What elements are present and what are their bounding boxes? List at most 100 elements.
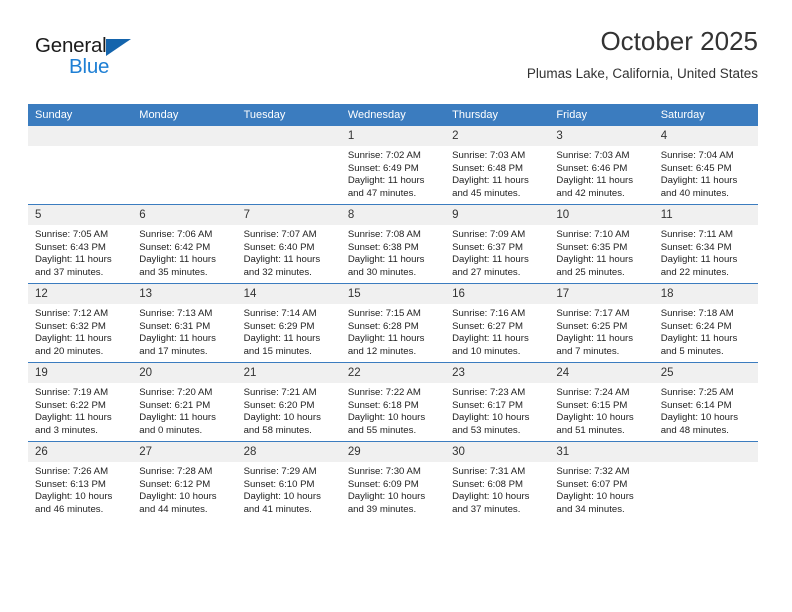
sunrise-text: Sunrise: 7:12 AM bbox=[35, 308, 109, 319]
page-title: October 2025 bbox=[600, 26, 758, 56]
sunrise-text: Sunrise: 7:32 AM bbox=[556, 466, 630, 477]
daylight-text-line2: and 3 minutes. bbox=[35, 424, 98, 436]
day-cell[interactable]: 27 Sunrise: 7:28 AM Sunset: 6:12 PM Dayligh… bbox=[132, 441, 237, 520]
day-number: 28 bbox=[236, 442, 341, 462]
day-number: 4 bbox=[653, 126, 758, 146]
sunrise-text: Sunrise: 7:18 AM bbox=[660, 308, 734, 319]
daylight-text-line1: Daylight: 11 hours bbox=[347, 333, 425, 345]
day-cell-empty bbox=[236, 126, 341, 205]
day-cell[interactable]: 25 Sunrise: 7:25 AM Sunset: 6:14 PM Dayligh… bbox=[653, 362, 758, 442]
day-cell[interactable]: 2 Sunrise: 7:03 AM Sunset: 6:48 PM Daylight… bbox=[445, 126, 550, 205]
daylight-text-line2: and 45 minutes. bbox=[452, 187, 521, 199]
day-details: Sunrise: 7:28 AM Sunset: 6:12 PM Daylight:… bbox=[132, 462, 236, 516]
day-cell[interactable]: 4 Sunrise: 7:04 AM Sunset: 6:45 PM Daylight… bbox=[653, 126, 758, 205]
day-number: 26 bbox=[28, 442, 133, 462]
daylight-text-line1: Daylight: 11 hours bbox=[660, 254, 738, 266]
day-cell[interactable]: 8 Sunrise: 7:08 AM Sunset: 6:38 PM Daylight… bbox=[340, 204, 446, 284]
sunset-text: Sunset: 6:09 PM bbox=[347, 478, 419, 490]
day-number: 22 bbox=[340, 363, 446, 383]
day-cell[interactable]: 31 Sunrise: 7:32 AM Sunset: 6:07 PM Dayligh… bbox=[549, 441, 654, 520]
day-details: Sunrise: 7:05 AM Sunset: 6:43 PM Daylight:… bbox=[28, 225, 132, 279]
day-number: 2 bbox=[445, 126, 550, 146]
day-cell[interactable]: 13 Sunrise: 7:13 AM Sunset: 6:31 PM Dayligh… bbox=[132, 283, 237, 363]
sunrise-text: Sunrise: 7:24 AM bbox=[556, 387, 630, 398]
day-cell[interactable]: 21 Sunrise: 7:21 AM Sunset: 6:20 PM Dayligh… bbox=[236, 362, 341, 442]
daylight-text-line2: and 44 minutes. bbox=[139, 503, 208, 515]
daylight-text-line1: Daylight: 11 hours bbox=[35, 333, 112, 345]
day-cell[interactable]: 17 Sunrise: 7:17 AM Sunset: 6:25 PM Dayligh… bbox=[549, 283, 654, 363]
sunrise-text: Sunrise: 7:16 AM bbox=[452, 308, 526, 319]
calendar-body: 1 Sunrise: 7:02 AM Sunset: 6:49 PM Daylight… bbox=[28, 126, 758, 520]
daylight-text-line2: and 27 minutes. bbox=[452, 266, 521, 278]
day-cell[interactable]: 26 Sunrise: 7:26 AM Sunset: 6:13 PM Dayligh… bbox=[28, 441, 133, 520]
day-number: 6 bbox=[132, 205, 237, 225]
daylight-text-line1: Daylight: 10 hours bbox=[139, 491, 217, 503]
sunrise-sunset-calendar: Sunday Monday Tuesday Wednesday Thursday… bbox=[28, 104, 758, 520]
sunset-text: Sunset: 6:46 PM bbox=[556, 162, 628, 174]
day-number: 11 bbox=[653, 205, 758, 225]
sunrise-text: Sunrise: 7:23 AM bbox=[452, 387, 526, 398]
day-cell[interactable]: 23 Sunrise: 7:23 AM Sunset: 6:17 PM Dayligh… bbox=[445, 362, 550, 442]
sunrise-text: Sunrise: 7:19 AM bbox=[35, 387, 109, 398]
sunrise-text: Sunrise: 7:13 AM bbox=[139, 308, 213, 319]
daylight-text-line2: and 35 minutes. bbox=[139, 266, 208, 278]
sunset-text: Sunset: 6:20 PM bbox=[243, 399, 315, 411]
daylight-text-line2: and 37 minutes. bbox=[452, 503, 521, 515]
sunset-text: Sunset: 6:43 PM bbox=[35, 241, 106, 253]
day-cell[interactable]: 15 Sunrise: 7:15 AM Sunset: 6:28 PM Dayligh… bbox=[340, 283, 446, 363]
day-cell[interactable]: 30 Sunrise: 7:31 AM Sunset: 6:08 PM Dayligh… bbox=[445, 441, 550, 520]
day-cell[interactable]: 3 Sunrise: 7:03 AM Sunset: 6:46 PM Daylight… bbox=[549, 126, 654, 205]
daylight-text-line1: Daylight: 10 hours bbox=[660, 412, 739, 424]
day-cell[interactable]: 19 Sunrise: 7:19 AM Sunset: 6:22 PM Dayligh… bbox=[28, 362, 133, 442]
weekday-header-sunday: Sunday bbox=[28, 104, 133, 126]
day-cell[interactable]: 28 Sunrise: 7:29 AM Sunset: 6:10 PM Dayligh… bbox=[236, 441, 341, 520]
day-cell[interactable]: 22 Sunrise: 7:22 AM Sunset: 6:18 PM Dayligh… bbox=[340, 362, 446, 442]
day-number: 27 bbox=[132, 442, 237, 462]
page-subtitle: Plumas Lake, California, United States bbox=[526, 66, 758, 81]
sunset-text: Sunset: 6:25 PM bbox=[556, 320, 628, 332]
sunrise-text: Sunrise: 7:26 AM bbox=[35, 466, 109, 477]
general-blue-logo[interactable]: General Blue bbox=[35, 34, 155, 84]
daylight-text-line1: Daylight: 11 hours bbox=[139, 333, 216, 345]
sunset-text: Sunset: 6:27 PM bbox=[452, 320, 524, 332]
day-cell[interactable]: 9 Sunrise: 7:09 AM Sunset: 6:37 PM Daylight… bbox=[445, 204, 550, 284]
day-number: 13 bbox=[132, 284, 237, 304]
day-cell[interactable]: 1 Sunrise: 7:02 AM Sunset: 6:49 PM Daylight… bbox=[340, 126, 446, 205]
sunrise-text: Sunrise: 7:28 AM bbox=[139, 466, 213, 477]
day-details: Sunrise: 7:26 AM Sunset: 6:13 PM Daylight:… bbox=[28, 462, 132, 516]
sunset-text: Sunset: 6:18 PM bbox=[347, 399, 419, 411]
sunset-text: Sunset: 6:32 PM bbox=[35, 320, 106, 332]
sunrise-text: Sunrise: 7:29 AM bbox=[243, 466, 317, 477]
day-number: 12 bbox=[28, 284, 133, 304]
sunset-text: Sunset: 6:28 PM bbox=[347, 320, 419, 332]
day-cell[interactable]: 20 Sunrise: 7:20 AM Sunset: 6:21 PM Dayligh… bbox=[132, 362, 237, 442]
day-cell[interactable]: 7 Sunrise: 7:07 AM Sunset: 6:40 PM Daylight… bbox=[236, 204, 341, 284]
day-cell[interactable]: 10 Sunrise: 7:10 AM Sunset: 6:35 PM Dayligh… bbox=[549, 204, 654, 284]
day-cell[interactable]: 16 Sunrise: 7:16 AM Sunset: 6:27 PM Dayligh… bbox=[445, 283, 550, 363]
day-details: Sunrise: 7:24 AM Sunset: 6:15 PM Daylight:… bbox=[549, 383, 653, 437]
day-cell[interactable]: 5 Sunrise: 7:05 AM Sunset: 6:43 PM Daylight… bbox=[28, 204, 133, 284]
sunset-text: Sunset: 6:38 PM bbox=[347, 241, 419, 253]
day-cell[interactable]: 11 Sunrise: 7:11 AM Sunset: 6:34 PM Dayligh… bbox=[653, 204, 758, 284]
daylight-text-line1: Daylight: 11 hours bbox=[660, 333, 738, 345]
sunset-text: Sunset: 6:48 PM bbox=[452, 162, 524, 174]
logo-triangle-icon bbox=[106, 39, 131, 56]
daylight-text-line2: and 51 minutes. bbox=[556, 424, 625, 436]
day-number bbox=[653, 442, 758, 462]
daylight-text-line1: Daylight: 11 hours bbox=[452, 254, 529, 266]
day-cell[interactable]: 29 Sunrise: 7:30 AM Sunset: 6:09 PM Dayligh… bbox=[340, 441, 446, 520]
daylight-text-line1: Daylight: 11 hours bbox=[243, 254, 321, 266]
day-number: 10 bbox=[549, 205, 654, 225]
day-cell[interactable]: 24 Sunrise: 7:24 AM Sunset: 6:15 PM Dayligh… bbox=[549, 362, 654, 442]
day-cell[interactable]: 18 Sunrise: 7:18 AM Sunset: 6:24 PM Dayligh… bbox=[653, 283, 758, 363]
sunset-text: Sunset: 6:08 PM bbox=[452, 478, 524, 490]
day-number: 20 bbox=[132, 363, 237, 383]
daylight-text-line1: Daylight: 10 hours bbox=[556, 412, 634, 424]
daylight-text-line2: and 30 minutes. bbox=[347, 266, 417, 278]
day-cell[interactable]: 6 Sunrise: 7:06 AM Sunset: 6:42 PM Daylight… bbox=[132, 204, 237, 284]
day-cell[interactable]: 12 Sunrise: 7:12 AM Sunset: 6:32 PM Dayligh… bbox=[28, 283, 133, 363]
calendar-week-row: 19 Sunrise: 7:19 AM Sunset: 6:22 PM Dayligh… bbox=[28, 362, 758, 442]
day-cell[interactable]: 14 Sunrise: 7:14 AM Sunset: 6:29 PM Dayligh… bbox=[236, 283, 341, 363]
sunrise-text: Sunrise: 7:05 AM bbox=[35, 229, 109, 240]
sunset-text: Sunset: 6:21 PM bbox=[139, 399, 211, 411]
